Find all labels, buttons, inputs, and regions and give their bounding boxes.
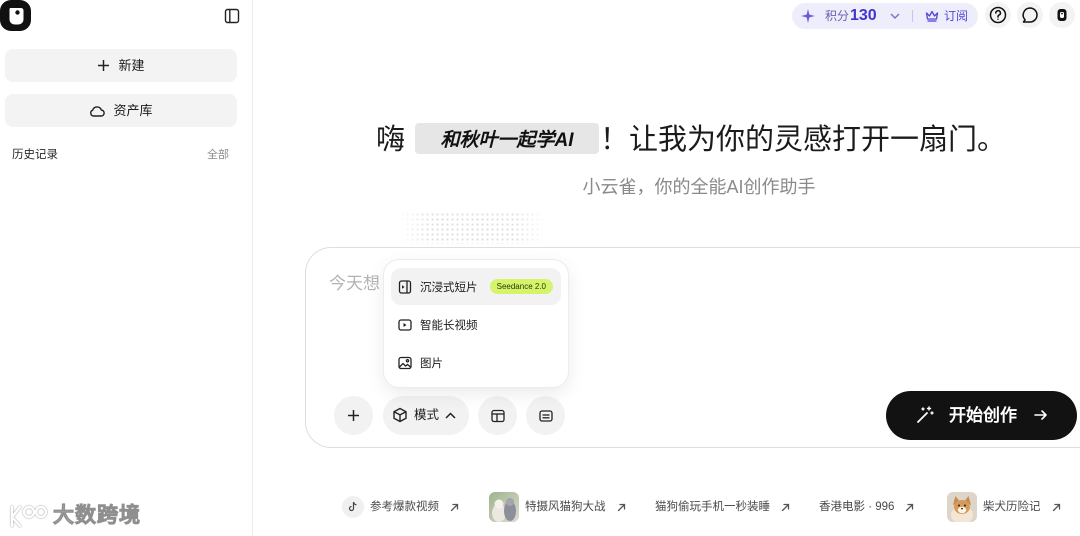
- add-attachment-button[interactable]: [334, 396, 373, 435]
- chevron-up-icon: [445, 412, 456, 419]
- cube-icon: [392, 407, 408, 423]
- tiktok-icon: [342, 496, 364, 518]
- chevron-down-icon[interactable]: [890, 13, 900, 19]
- cloud-icon: [89, 104, 106, 118]
- dot-pattern-decoration: [400, 212, 546, 244]
- points-label: 积分: [825, 9, 850, 23]
- suggestion-label: 柴犬历险记: [983, 501, 1041, 513]
- arrow-up-right-icon: [450, 503, 459, 512]
- points-value: 130: [850, 7, 877, 24]
- hero-subtitle: 小云雀，你的全能AI创作助手: [582, 177, 816, 197]
- video-icon: [398, 318, 412, 332]
- suggestion-chip[interactable]: 香港电影 · 996: [819, 492, 914, 522]
- suggestion-label: 猫狗偷玩手机一秒装睡: [655, 501, 770, 513]
- arrow-up-right-icon: [905, 503, 914, 512]
- menu-item-image[interactable]: 图片: [391, 344, 561, 381]
- suggestion-chip[interactable]: 参考爆款视频: [342, 492, 459, 522]
- caption-icon: [538, 409, 553, 423]
- chat-icon[interactable]: [1017, 2, 1043, 28]
- sidebar-toggle-icon[interactable]: [222, 6, 242, 26]
- plus-icon: [97, 59, 110, 72]
- menu-item-immersive-short[interactable]: 沉浸式短片 Seedance 2.0: [391, 268, 561, 305]
- magic-wand-icon: [915, 405, 935, 425]
- new-button-label: 新建: [118, 58, 145, 73]
- watermark-logo-icon: [8, 502, 50, 530]
- suggestion-thumbnail: [489, 492, 519, 522]
- mode-button-label: 模式: [414, 408, 440, 422]
- crown-icon: [925, 10, 939, 22]
- layout-icon: [490, 409, 505, 423]
- assets-button[interactable]: 资产库: [5, 94, 237, 127]
- new-button[interactable]: 新建: [5, 49, 237, 82]
- menu-item-long-video[interactable]: 智能长视频: [391, 306, 561, 343]
- subscribe-link[interactable]: 订阅: [944, 3, 968, 29]
- mode-dropdown-menu: 沉浸式短片 Seedance 2.0 智能长视频 图片: [383, 259, 569, 388]
- watermark: 大数跨境: [8, 500, 141, 532]
- mode-button[interactable]: 模式: [383, 396, 469, 435]
- menu-item-label: 智能长视频: [420, 319, 478, 332]
- start-create-label: 开始创作: [949, 406, 1017, 425]
- hero-highlight-text: 和秋叶一起学AI: [440, 130, 574, 151]
- menu-item-label: 图片: [420, 357, 443, 370]
- arrow-up-right-icon: [1052, 503, 1061, 512]
- suggestion-chip[interactable]: 猫狗偷玩手机一秒装睡: [655, 492, 790, 522]
- start-create-button[interactable]: 开始创作: [886, 391, 1077, 440]
- assets-button-label: 资产库: [113, 103, 153, 118]
- film-icon: [398, 279, 412, 294]
- plus-icon: [347, 409, 360, 422]
- hero-headline: ！让我为你的灵感打开一扇门。: [600, 124, 1007, 156]
- sparkle-icon: [801, 9, 815, 23]
- app-mini-icon[interactable]: [1049, 2, 1075, 28]
- arrow-right-icon: [1034, 409, 1048, 421]
- suggestion-label: 香港电影 · 996: [819, 501, 895, 513]
- hero-highlight: 和秋叶一起学AI: [415, 123, 599, 154]
- app-logo[interactable]: [0, 0, 32, 32]
- help-icon[interactable]: [985, 2, 1011, 28]
- sidebar: 新建 资产库 历史记录 全部: [0, 0, 253, 536]
- suggestion-label: 特摄风猫狗大战: [525, 501, 606, 513]
- history-all-link[interactable]: 全部: [207, 147, 229, 163]
- image-icon: [398, 356, 412, 370]
- arrow-up-right-icon: [781, 503, 790, 512]
- suggestion-chip[interactable]: 柴犬历险记: [947, 492, 1061, 522]
- suggestion-label: 参考爆款视频: [370, 501, 439, 513]
- layout-button[interactable]: [478, 396, 517, 435]
- model-badge: Seedance 2.0: [489, 279, 553, 294]
- menu-item-label: 沉浸式短片: [420, 281, 478, 294]
- suggestion-chip[interactable]: 特摄风猫狗大战: [489, 492, 626, 522]
- history-heading: 历史记录: [12, 149, 58, 161]
- suggestion-thumbnail: [947, 492, 977, 522]
- arrow-up-right-icon: [617, 503, 626, 512]
- caption-button[interactable]: [526, 396, 565, 435]
- points-pill[interactable]: 积分 130 订阅: [792, 3, 978, 29]
- watermark-text: 大数跨境: [53, 504, 141, 528]
- pill-divider: [912, 10, 913, 22]
- hero-greeting: 嗨: [376, 124, 406, 156]
